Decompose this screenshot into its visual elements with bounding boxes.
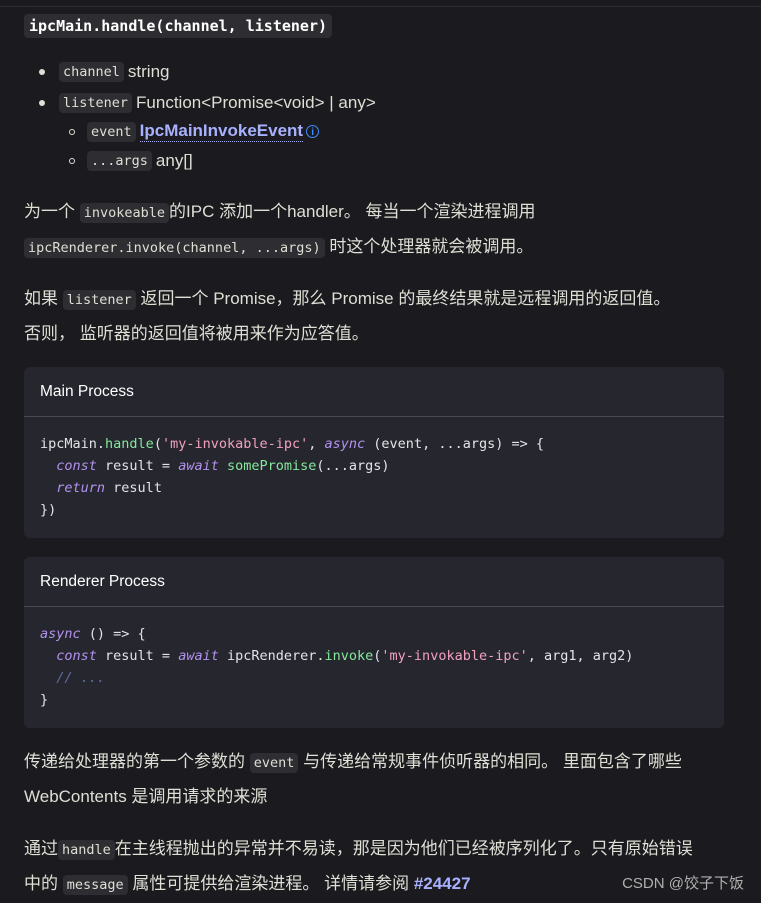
code-line: // ... bbox=[40, 667, 708, 689]
param-name: event bbox=[87, 121, 136, 142]
code-token: ( bbox=[153, 436, 162, 452]
code-line: } bbox=[40, 689, 708, 711]
issue-link[interactable]: #24427 bbox=[414, 874, 471, 893]
code-token: async bbox=[40, 626, 81, 642]
subparam-args: ...args any[] bbox=[69, 151, 193, 171]
code-line: const result = await ipcRenderer.invoke(… bbox=[40, 645, 708, 667]
text: 如果 bbox=[24, 289, 63, 308]
info-circle-icon[interactable]: i bbox=[306, 125, 320, 138]
param-name: ...args bbox=[87, 151, 152, 171]
param-name: listener bbox=[59, 93, 133, 113]
text: 返回一个 Promise，那么 Promise 的最终结果就是远程调用的返回值。 bbox=[135, 289, 671, 308]
code-token: // ... bbox=[56, 670, 106, 686]
description-paragraph-1: 为一个 invokeable 的IPC 添加一个handler。 每当一个渲染进程… bbox=[24, 195, 744, 265]
inline-code: event bbox=[249, 753, 299, 773]
code-token: , bbox=[308, 436, 325, 452]
text: 中的 bbox=[24, 874, 63, 893]
inline-code: handle bbox=[58, 840, 115, 860]
text: 传递给处理器的第一个参数的 bbox=[24, 752, 250, 771]
code-token: const bbox=[56, 458, 97, 474]
code-token: ipcRenderer. bbox=[218, 648, 325, 664]
code-line: ipcMain.handle('my-invokable-ipc', async… bbox=[40, 433, 708, 455]
code-token: , arg1, arg2) bbox=[527, 648, 634, 664]
param-listener: listener Function<Promise<void> | any> bbox=[39, 93, 376, 113]
code-token: return bbox=[56, 480, 106, 496]
code-token: const bbox=[56, 648, 97, 664]
circle-bullet bbox=[69, 158, 75, 164]
code-token: 'my-invokable-ipc' bbox=[161, 436, 309, 452]
code-token: (event, ...args) => { bbox=[365, 436, 544, 452]
code-token: result = bbox=[96, 648, 179, 664]
text: 属性可提供给渲染进程。 详情请参阅 bbox=[127, 874, 414, 893]
bullet bbox=[39, 100, 45, 106]
code-token: await bbox=[178, 648, 219, 664]
text: 与传递给常规事件侦听器的相同。 里面包含了哪些 bbox=[298, 752, 682, 771]
param-type: any[] bbox=[155, 151, 193, 170]
code-token: 'my-invokable-ipc' bbox=[381, 648, 528, 664]
method-signature: ipcMain.handle(channel, listener) bbox=[24, 14, 333, 38]
code-line: async () => { bbox=[40, 623, 708, 645]
code-token: } bbox=[40, 692, 49, 708]
code-token: async bbox=[324, 436, 366, 452]
top-divider bbox=[0, 6, 761, 7]
description-paragraph-2: 如果 listener 返回一个 Promise，那么 Promise 的最终结… bbox=[24, 282, 744, 351]
text: WebContents 是调用请求的来源 bbox=[24, 787, 268, 806]
watermark: CSDN @饺子下饭 bbox=[622, 875, 744, 892]
code-content: async () => { const result = await ipcRe… bbox=[24, 607, 724, 727]
circle-bullet bbox=[69, 128, 75, 135]
code-token: handle bbox=[105, 436, 154, 452]
code-token: somePromise bbox=[226, 458, 317, 474]
code-token: () => { bbox=[80, 626, 146, 642]
main-process-code-block: Main Process ipcMain.handle('my-invokabl… bbox=[24, 367, 724, 538]
code-token: ipcMain. bbox=[40, 436, 106, 452]
code-block-title: Renderer Process bbox=[24, 557, 724, 607]
code-token: }) bbox=[40, 502, 57, 518]
param-channel: channel string bbox=[39, 62, 169, 82]
param-name: channel bbox=[59, 62, 124, 82]
text: 在主线程抛出的异常并不易读，那是因为他们已经被序列化了。只有原始错误 bbox=[114, 839, 693, 858]
param-type: Function<Promise<void> | any> bbox=[136, 93, 376, 112]
inline-code: message bbox=[62, 875, 128, 895]
code-line: const result = await somePromise(...args… bbox=[40, 455, 708, 477]
text: 时这个处理器就会被调用。 bbox=[324, 237, 534, 256]
inline-code: listener bbox=[62, 290, 136, 310]
code-token: result = bbox=[96, 458, 179, 474]
text: 的IPC 添加一个handler。 每当一个渲染进程调用 bbox=[169, 202, 536, 221]
code-token: result bbox=[105, 480, 162, 496]
text: 通过 bbox=[24, 839, 58, 858]
bullet bbox=[39, 69, 45, 75]
code-token: await bbox=[178, 458, 219, 474]
ipc-main-invoke-event-link[interactable]: IpcMainInvokeEvent bbox=[139, 121, 304, 142]
param-type: string bbox=[127, 62, 170, 81]
code-line: }) bbox=[40, 499, 708, 521]
text: 否则， 监听器的返回值将被用来作为应答值。 bbox=[24, 324, 369, 343]
renderer-process-code-block: Renderer Process async () => { const res… bbox=[24, 557, 724, 728]
code-token: (...args) bbox=[316, 458, 390, 474]
code-block-title: Main Process bbox=[24, 367, 724, 417]
code-token: invoke bbox=[324, 648, 374, 664]
code-content: ipcMain.handle('my-invokable-ipc', async… bbox=[24, 417, 724, 537]
text: 为一个 bbox=[24, 202, 80, 221]
description-paragraph-3: 传递给处理器的第一个参数的 event 与传递给常规事件侦听器的相同。 里面包含… bbox=[24, 745, 744, 814]
code-line: return result bbox=[40, 477, 708, 499]
inline-code: ipcRenderer.invoke(channel, ...args) bbox=[24, 238, 325, 258]
inline-code: invokeable bbox=[79, 203, 170, 223]
subparam-event: event IpcMainInvokeEvent i bbox=[69, 121, 320, 142]
